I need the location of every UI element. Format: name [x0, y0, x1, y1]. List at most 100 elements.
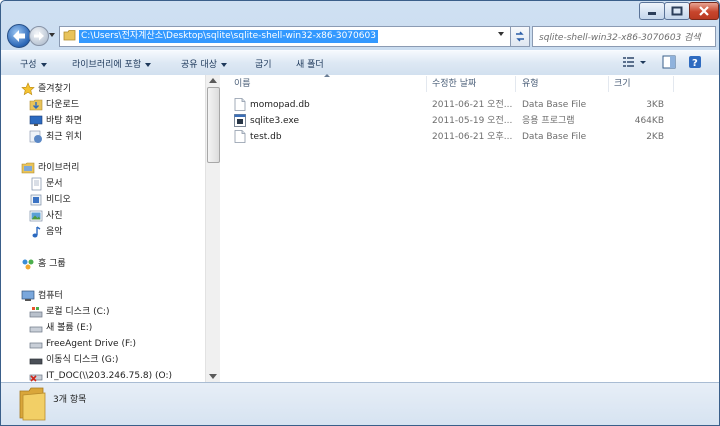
chevron-down-icon: [49, 33, 55, 37]
column-header-type[interactable]: 유형: [522, 77, 539, 91]
new-folder-button[interactable]: 새 폴더: [296, 57, 324, 70]
removable-disk-icon: [29, 358, 43, 365]
address-history-dropdown[interactable]: [498, 31, 506, 41]
column-header-modified[interactable]: 수정한 날짜: [432, 77, 476, 91]
close-button[interactable]: [689, 2, 719, 20]
chevron-down-icon: [220, 62, 227, 67]
navigation-scrollbar[interactable]: [205, 75, 220, 382]
file-modified: 2011-06-21 오후...: [432, 132, 513, 142]
minimize-icon: [648, 12, 656, 15]
preview-pane-icon: [662, 55, 676, 69]
scroll-down-arrow-icon[interactable]: [209, 374, 217, 379]
share-with-label: 공유 대상: [181, 60, 217, 70]
refresh-icon: [516, 31, 524, 42]
drive-icon: [29, 342, 43, 349]
burn-button[interactable]: 굽기: [255, 57, 272, 70]
search-placeholder[interactable]: sqlite-shell-win32-x86-3070603 검색: [539, 30, 701, 43]
file-type: Data Base File: [522, 100, 587, 110]
column-divider[interactable]: [515, 76, 516, 92]
help-icon: ?: [689, 56, 701, 69]
nav-label-local-disk: 로컬 디스크 (C:): [46, 307, 110, 317]
organize-menu[interactable]: 구성: [20, 57, 47, 70]
refresh-button[interactable]: [510, 26, 530, 47]
address-bar[interactable]: C:\Users\전자계산소\Desktop\sqlite\sqlite-she…: [59, 26, 511, 47]
file-row[interactable]: momopad.db 2011-06-21 오전... Data Base Fi…: [220, 97, 719, 113]
column-header-size[interactable]: 크기: [614, 77, 631, 91]
file-type: Data Base File: [522, 132, 587, 142]
file-size: 2KB: [646, 132, 664, 142]
content-area: 즐겨찾기 다운로드 바탕 화면 최근 위치 라이브러리 문서 비디오 사진 음악…: [1, 74, 719, 382]
command-bar: 구성 라이브러리에 포함 공유 대상 굽기 새 폴더 ?: [1, 50, 719, 76]
item-count: 3개 항목: [53, 395, 87, 405]
nav-label-desktop: 바탕 화면: [46, 116, 82, 126]
preview-pane-button[interactable]: [662, 55, 676, 72]
recent-places-icon: [29, 130, 42, 143]
video-icon: [30, 194, 42, 206]
file-modified: 2011-06-21 오전...: [432, 100, 513, 110]
nav-label-new-volume: 새 볼륨 (E:): [46, 323, 93, 333]
recent-pages-dropdown[interactable]: [49, 32, 57, 42]
drive-icon: [29, 326, 43, 333]
chevron-down-icon: [40, 62, 47, 67]
db-file-icon: [234, 98, 246, 111]
nav-label-freeagent: FreeAgent Drive (F:): [46, 339, 136, 349]
include-in-library-label: 라이브러리에 포함: [72, 60, 142, 70]
file-type: 응용 프로그램: [522, 116, 575, 126]
homegroup-icon: [22, 259, 34, 270]
search-box[interactable]: sqlite-shell-win32-x86-3070603 검색: [532, 26, 716, 47]
details-pane: 3개 항목: [1, 382, 719, 425]
title-bar: [1, 1, 719, 21]
folder-icon: [19, 387, 46, 421]
chevron-down-icon: [498, 32, 504, 36]
file-row[interactable]: test.db 2011-06-21 오후... Data Base File …: [220, 129, 719, 145]
nav-label-computer: 컴퓨터: [38, 291, 63, 301]
disconnected-network-drive-icon: [29, 374, 43, 382]
maximize-button[interactable]: [664, 2, 690, 20]
desktop-icon: [29, 115, 43, 126]
nav-label-recent: 최근 위치: [46, 132, 82, 142]
maximize-icon: [671, 6, 683, 16]
nav-label-pictures: 사진: [46, 211, 63, 221]
chevron-down-icon: [145, 62, 152, 67]
column-divider[interactable]: [608, 76, 609, 92]
nav-label-favorites: 즐겨찾기: [38, 84, 72, 94]
column-divider[interactable]: [426, 76, 427, 92]
include-in-library-menu[interactable]: 라이브러리에 포함: [72, 57, 152, 70]
scroll-thumb[interactable]: [207, 87, 220, 163]
minimize-button[interactable]: [639, 2, 665, 20]
help-button[interactable]: ?: [688, 55, 702, 72]
back-arrow-icon: [13, 30, 25, 42]
view-list-icon: [623, 57, 646, 67]
scroll-up-arrow-icon[interactable]: [209, 78, 217, 83]
back-button[interactable]: [7, 24, 31, 48]
address-path[interactable]: C:\Users\전자계산소\Desktop\sqlite\sqlite-she…: [79, 30, 378, 43]
column-divider[interactable]: [673, 76, 674, 92]
file-name: sqlite3.exe: [250, 116, 300, 126]
close-icon: [699, 6, 709, 16]
local-disk-icon: [29, 307, 43, 318]
nav-label-libraries: 라이브러리: [38, 163, 80, 173]
column-header-name[interactable]: 이름: [234, 77, 251, 91]
folder-icon: [63, 30, 76, 41]
share-with-menu[interactable]: 공유 대상: [181, 57, 227, 70]
explorer-window: C:\Users\전자계산소\Desktop\sqlite\sqlite-she…: [0, 0, 720, 426]
file-name: momopad.db: [250, 100, 310, 110]
file-row[interactable]: sqlite3.exe 2011-05-19 오전... 응용 프로그램 464…: [220, 113, 719, 129]
forward-arrow-icon: [34, 31, 44, 41]
star-icon: [21, 82, 35, 96]
downloads-folder-icon: [29, 99, 43, 111]
file-modified: 2011-05-19 오전...: [432, 116, 513, 126]
file-size: 3KB: [646, 100, 664, 110]
forward-button[interactable]: [29, 26, 49, 46]
exe-file-icon: [234, 114, 246, 127]
db-file-icon: [234, 130, 246, 143]
organize-label: 구성: [20, 60, 37, 70]
file-name: test.db: [250, 132, 282, 142]
file-list-pane: 이름 수정한 날짜 유형 크기 momopad.db 2011-06-21 오전…: [220, 74, 719, 382]
view-options-button[interactable]: [622, 55, 648, 72]
music-icon: [32, 226, 41, 238]
library-icon: [21, 162, 35, 174]
nav-label-downloads: 다운로드: [46, 100, 80, 110]
nav-label-videos: 비디오: [46, 195, 71, 205]
svg-text:?: ?: [692, 58, 698, 69]
